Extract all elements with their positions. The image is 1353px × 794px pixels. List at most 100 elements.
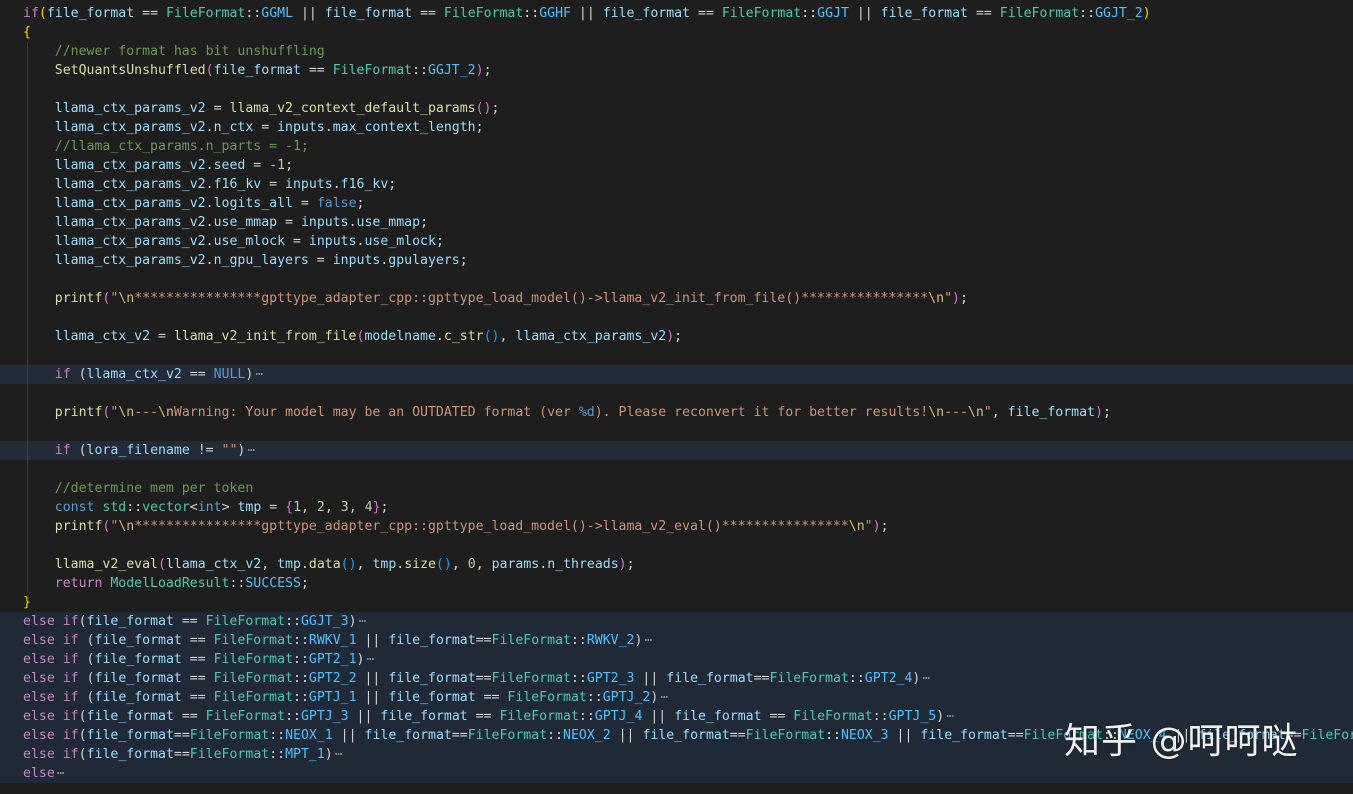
code-token: ||	[571, 6, 603, 21]
code-line-folded[interactable]: else if (file_format == FileFormat::GPT2…	[0, 650, 1353, 669]
indent-guide	[27, 61, 28, 80]
code-line[interactable]	[0, 536, 1353, 555]
code-token: else	[23, 728, 55, 743]
code-token: printf	[55, 291, 103, 306]
code-line[interactable]: //newer format has bit unshuffling	[0, 42, 1353, 61]
watermark: 知乎 @呵呵哒	[1064, 712, 1298, 764]
code-line[interactable]	[0, 384, 1353, 403]
code-line-folded[interactable]: else if(file_format == FileFormat::GGJT_…	[0, 612, 1353, 631]
fold-ellipsis-icon[interactable]: ⋯	[658, 690, 668, 705]
code-token: ::	[587, 690, 603, 705]
code-token: (	[39, 6, 47, 21]
code-token: FileFormat	[214, 652, 293, 667]
code-token: )	[1095, 405, 1103, 420]
code-token: )	[357, 652, 365, 667]
code-token: FileFormat	[214, 671, 293, 686]
indent-guide	[27, 289, 28, 308]
code-line-folded[interactable]: if (llama_ctx_v2 == NULL)⋯	[0, 365, 1353, 384]
code-token: if	[63, 747, 79, 762]
code-line-folded[interactable]: else if (file_format == FileFormat::GPT2…	[0, 669, 1353, 688]
code-line[interactable]	[0, 270, 1353, 289]
code-token: GPTJ_2	[603, 690, 651, 705]
code-line-folded[interactable]: else if (file_format == FileFormat::RWKV…	[0, 631, 1353, 650]
code-token: MPT_1	[285, 747, 325, 762]
fold-ellipsis-icon[interactable]: ⋯	[333, 747, 343, 762]
code-editor[interactable]: if(file_format == FileFormat::GGML || fi…	[0, 0, 1353, 794]
code-token: ::	[285, 709, 301, 724]
code-token: .	[206, 253, 214, 268]
code-token: \n	[118, 291, 134, 306]
code-line-folded[interactable]: if (lora_filename != "")⋯	[0, 441, 1353, 460]
code-token: ||	[357, 671, 389, 686]
code-line[interactable]: llama_ctx_params_v2.seed = -1;	[0, 156, 1353, 175]
code-token: 2	[317, 500, 325, 515]
code-token: ==	[730, 728, 746, 743]
fold-ellipsis-icon[interactable]: ⋯	[944, 709, 954, 724]
code-token: ::	[523, 6, 539, 21]
code-line[interactable]: llama_ctx_params_v2.use_mmap = inputs.us…	[0, 213, 1353, 232]
code-token: else	[23, 690, 55, 705]
code-line[interactable]: if(file_format == FileFormat::GGML || fi…	[0, 4, 1353, 23]
code-line[interactable]: return ModelLoadResult::SUCCESS;	[0, 574, 1353, 593]
code-line[interactable]	[0, 346, 1353, 365]
code-token: file_format	[920, 728, 1007, 743]
fold-ellipsis-icon[interactable]: ⋯	[920, 671, 930, 686]
code-line-folded[interactable]: else if (file_format == FileFormat::GPTJ…	[0, 688, 1353, 707]
fold-ellipsis-icon[interactable]: ⋯	[245, 443, 255, 458]
code-token: false	[317, 196, 357, 211]
code-line[interactable]: {	[0, 23, 1353, 42]
code-token: <	[190, 500, 198, 515]
code-line[interactable]: llama_ctx_params_v2 = llama_v2_context_d…	[0, 99, 1353, 118]
indent-guide	[27, 194, 28, 213]
code-line[interactable]: llama_v2_eval(llama_ctx_v2, tmp.data(), …	[0, 555, 1353, 574]
code-line[interactable]	[0, 422, 1353, 441]
code-line[interactable]: llama_ctx_params_v2.use_mlock = inputs.u…	[0, 232, 1353, 251]
fold-ellipsis-icon[interactable]: ⋯	[55, 766, 65, 781]
code-token: vector	[142, 500, 190, 515]
code-token: ||	[611, 728, 643, 743]
code-line-folded[interactable]: else⋯	[0, 764, 1353, 783]
code-token: ||	[889, 728, 921, 743]
fold-ellipsis-icon[interactable]: ⋯	[365, 652, 375, 667]
code-token: llama_v2_init_from_file	[174, 329, 357, 344]
code-line[interactable]: SetQuantsUnshuffled(file_format == FileF…	[0, 61, 1353, 80]
code-line[interactable]: printf("\n---\nWarning: Your model may b…	[0, 403, 1353, 422]
code-line[interactable]: //llama_ctx_params.n_parts = -1;	[0, 137, 1353, 156]
code-line[interactable]: printf("\n****************gpttype_adapte…	[0, 517, 1353, 536]
code-token: %d	[579, 405, 595, 420]
code-token: "	[944, 291, 952, 306]
code-line[interactable]	[0, 80, 1353, 99]
code-line[interactable]: const std::vector<int> tmp = {1, 2, 3, 4…	[0, 498, 1353, 517]
code-line[interactable]: llama_ctx_params_v2.n_ctx = inputs.max_c…	[0, 118, 1353, 137]
code-token: ||	[642, 709, 674, 724]
code-token: GPTJ_4	[595, 709, 643, 724]
code-token: ()	[436, 557, 452, 572]
code-token: GPTJ_3	[301, 709, 349, 724]
code-token: .	[539, 557, 547, 572]
code-line[interactable]: llama_ctx_params_v2.f16_kv = inputs.f16_…	[0, 175, 1353, 194]
code-line[interactable]: printf("\n****************gpttype_adapte…	[0, 289, 1353, 308]
code-token: ::	[229, 576, 245, 591]
code-token: file_format	[87, 614, 174, 629]
code-token: if	[63, 633, 79, 648]
code-token	[55, 690, 63, 705]
code-line[interactable]	[0, 460, 1353, 479]
code-token: llama_ctx_params_v2	[55, 234, 206, 249]
code-line[interactable]: }	[0, 593, 1353, 612]
fold-ellipsis-icon[interactable]: ⋯	[357, 614, 367, 629]
code-token: file_format	[365, 728, 452, 743]
code-line[interactable]: llama_ctx_params_v2.logits_all = false;	[0, 194, 1353, 213]
code-line[interactable]: llama_ctx_v2 = llama_v2_init_from_file(m…	[0, 327, 1353, 346]
code-line[interactable]: //determine mem per token	[0, 479, 1353, 498]
fold-ellipsis-icon[interactable]: ⋯	[642, 633, 652, 648]
code-token: ==	[301, 63, 333, 78]
code-token: FileFormat	[492, 671, 571, 686]
code-token: =	[245, 158, 269, 173]
fold-ellipsis-icon[interactable]: ⋯	[253, 367, 263, 382]
code-token: ;	[476, 120, 484, 135]
code-line[interactable]: llama_ctx_params_v2.n_gpu_layers = input…	[0, 251, 1353, 270]
code-token: GPT2_4	[865, 671, 913, 686]
indent-guide	[27, 498, 28, 517]
code-line[interactable]	[0, 308, 1353, 327]
code-token: ==	[182, 367, 214, 382]
